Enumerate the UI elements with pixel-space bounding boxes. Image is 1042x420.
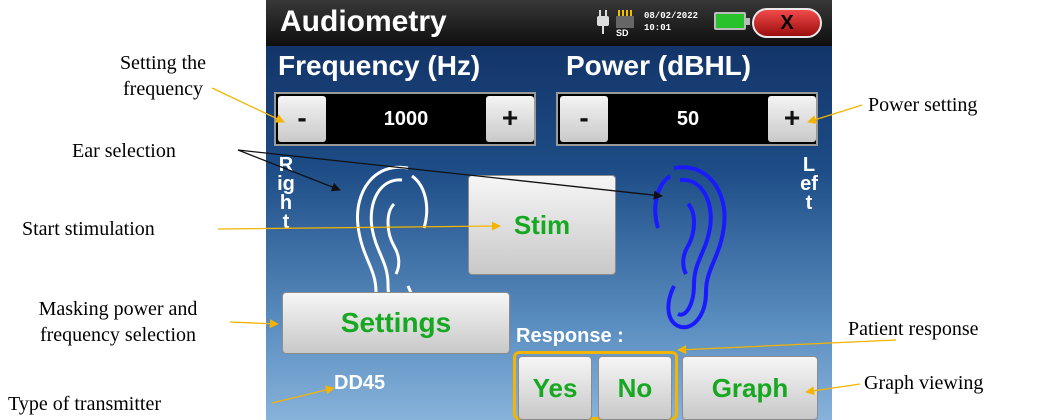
transducer-type: DD45 [334,372,386,394]
battery-icon [714,12,750,30]
frequency-value: 1000 [383,108,429,130]
no-button[interactable]: No [598,356,672,420]
frequency-minus-button[interactable]: - [278,96,326,142]
frequency-plus-button[interactable]: + [486,96,534,142]
title-bar: Audiometry SD 08/02/2022 10:01 X [266,0,832,46]
graph-button[interactable]: Graph [682,356,818,420]
settings-button[interactable]: Settings [282,292,510,354]
date-time: 08/02/2022 10:01 [644,10,698,34]
left-ear-button[interactable] [646,158,736,338]
ear-icon [666,165,727,330]
app-title: Audiometry [280,5,447,38]
callout-patient-response: Patient response [848,318,979,340]
power-value: 50 [676,108,700,130]
date-text: 08/02/2022 [644,11,699,21]
close-icon: X [780,12,794,34]
power-stepper: - 50 + [556,92,818,146]
callout-type-transmitter: Type of transmitter [8,393,161,415]
callout-power-setting: Power setting [868,94,978,116]
power-minus-button[interactable]: - [560,96,608,142]
callout-masking: Masking power and frequency selection [38,298,198,346]
time-text: 10:01 [644,23,672,33]
power-header: Power (dBHL) [566,50,752,81]
close-button[interactable]: X [752,8,822,38]
sd-label: SD [616,28,629,38]
callout-graph-viewing: Graph viewing [864,372,984,394]
callout-setting-frequency: Setting the frequency [119,52,207,100]
right-ear-label: Right [277,154,295,233]
frequency-header: Frequency (Hz) [278,50,481,81]
frequency-stepper: - 1000 + [274,92,536,146]
yes-button[interactable]: Yes [518,356,592,420]
device-screen: Audiometry SD 08/02/2022 10:01 X Frequen… [266,0,832,420]
response-label: Response : [516,325,624,347]
callout-ear-selection: Ear selection [72,140,176,162]
power-plus-button[interactable]: + [768,96,816,142]
plug-icon [597,10,609,34]
callout-start-stimulation: Start stimulation [22,218,155,240]
left-ear-label: Left [800,154,818,214]
stim-button[interactable]: Stim [468,175,616,275]
